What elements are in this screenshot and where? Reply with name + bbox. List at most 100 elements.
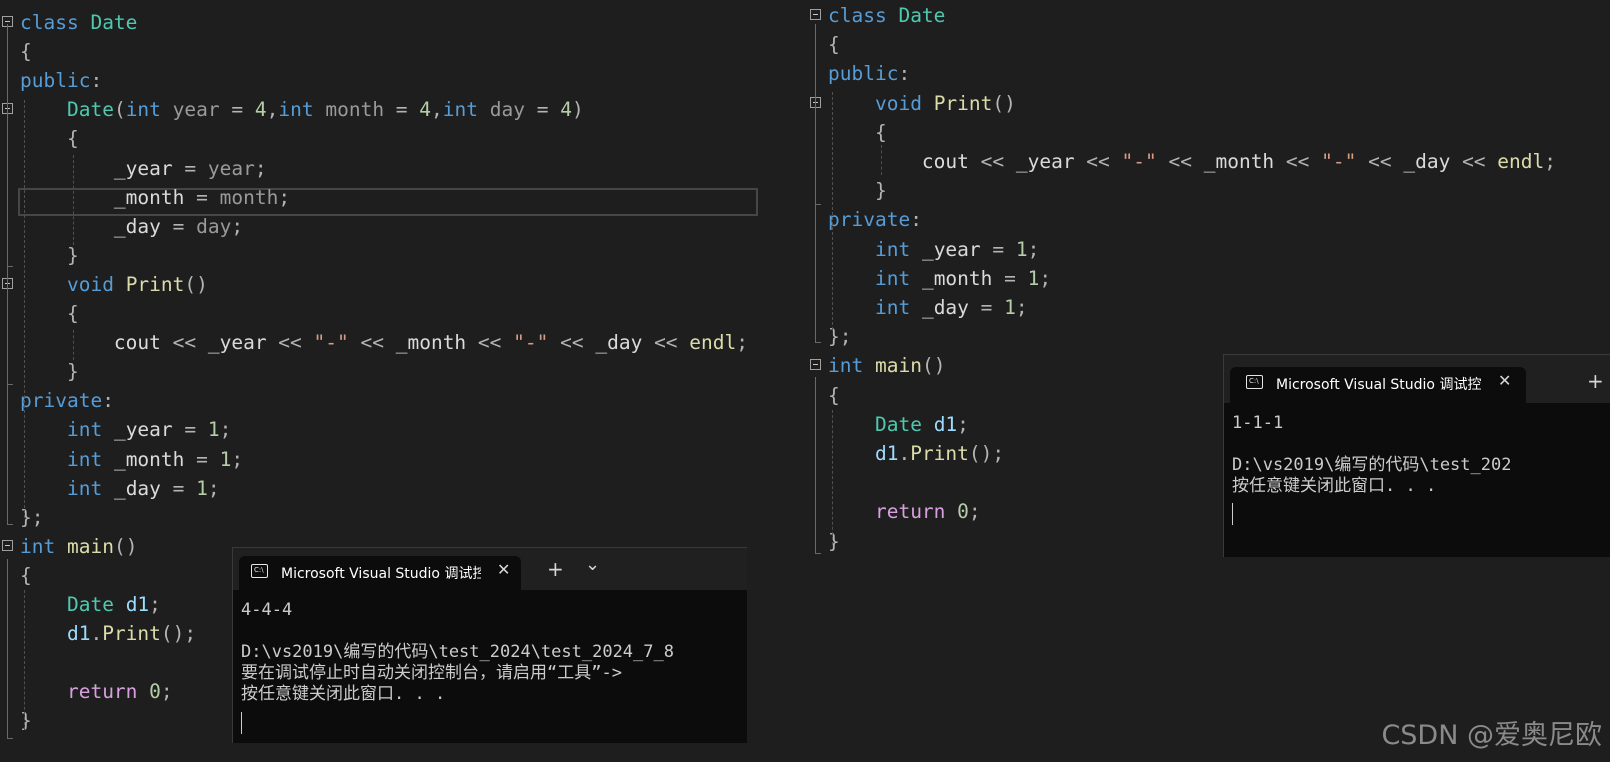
code-line[interactable]: } <box>0 241 778 271</box>
code-line[interactable]: { <box>0 124 778 154</box>
code-line[interactable]: class Date <box>0 8 778 38</box>
code-token: int <box>66 447 103 471</box>
console-tab-title: Microsoft Visual Studio 调试控 <box>281 566 481 582</box>
code-token: int <box>125 98 161 122</box>
code-token: Date <box>90 11 138 34</box>
code-token: Date <box>898 4 946 27</box>
code-token: = <box>525 98 561 122</box>
code-token: { <box>66 127 79 151</box>
code-line-text: class Date <box>20 8 137 38</box>
code-line[interactable]: int _day = 1; <box>808 293 1610 323</box>
code-token: Print <box>125 272 185 296</box>
code-token: << <box>1156 150 1204 173</box>
code-token: = <box>160 214 197 238</box>
code-token: 4 <box>254 98 267 122</box>
new-tab-button[interactable]: + <box>1587 369 1604 393</box>
code-token: _year <box>921 237 981 261</box>
console-window-right[interactable]: C:\ Microsoft Visual Studio 调试控 ✕ + 1-1-… <box>1223 354 1610 557</box>
code-token: endl <box>689 331 737 355</box>
code-token: main <box>874 354 922 378</box>
code-line-text: void Print() <box>20 270 208 300</box>
code-line[interactable]: int _month = 1; <box>0 445 778 475</box>
code-line[interactable]: _year = year; <box>0 154 778 184</box>
code-line[interactable]: { <box>0 299 778 329</box>
code-token: Date <box>874 412 922 436</box>
outline-guide <box>7 121 8 266</box>
code-line[interactable]: int _day = 1; <box>0 474 778 504</box>
code-line[interactable]: { <box>808 118 1610 148</box>
code-line[interactable]: }; <box>0 503 778 533</box>
console-output: 1-1-1 D:\vs2019\编写的代码\test_202 按任意键关闭此窗口.… <box>1232 413 1607 505</box>
code-line-text: Date(int year = 4,int month = 4,int day … <box>20 95 584 125</box>
code-line[interactable]: private: <box>808 205 1610 235</box>
code-line[interactable]: cout << _year << "-" << _month << "-" <<… <box>0 328 778 358</box>
code-line[interactable]: { <box>808 30 1610 60</box>
outline-guide-end <box>815 204 821 205</box>
collapse-icon[interactable] <box>810 9 821 20</box>
code-token: class <box>20 11 79 34</box>
code-token: << <box>348 331 396 355</box>
close-icon[interactable]: ✕ <box>497 560 510 579</box>
code-token: _month <box>113 185 185 209</box>
console-window-left[interactable]: C:\ Microsoft Visual Studio 调试控 ✕ + ⌄ 4-… <box>232 547 747 743</box>
code-line[interactable]: cout << _year << "-" << _month << "-" <<… <box>808 147 1610 177</box>
code-token: () <box>992 91 1016 115</box>
code-token: Date <box>66 593 114 616</box>
code-line[interactable]: void Print() <box>0 270 778 300</box>
code-line[interactable]: _month = month; <box>0 183 778 213</box>
code-line[interactable]: } <box>808 176 1610 206</box>
code-line[interactable]: void Print() <box>808 89 1610 119</box>
watermark: CSDN @爱奥尼欧 <box>1381 720 1602 751</box>
console-line: 按任意键关闭此窗口. . . <box>1232 476 1437 496</box>
code-token: class <box>828 4 887 27</box>
code-line[interactable]: int _year = 1; <box>808 235 1610 265</box>
code-token: ; <box>1039 266 1052 290</box>
code-line[interactable]: }; <box>808 322 1610 352</box>
code-token: } <box>20 505 32 529</box>
code-token: ; <box>1027 237 1040 261</box>
code-line[interactable]: int _year = 1; <box>0 415 778 445</box>
console-tab[interactable]: C:\ Microsoft Visual Studio 调试控 ✕ <box>1230 367 1526 403</box>
code-token: } <box>66 360 79 384</box>
code-line[interactable]: public: <box>808 59 1610 89</box>
code-line-text: } <box>20 241 79 271</box>
new-tab-button[interactable]: + <box>547 557 564 581</box>
collapse-icon[interactable] <box>810 359 821 371</box>
code-line[interactable]: _day = day; <box>0 212 778 242</box>
chevron-down-icon[interactable]: ⌄ <box>585 554 600 575</box>
code-line[interactable]: Date(int year = 4,int month = 4,int day … <box>0 95 778 125</box>
code-line[interactable]: } <box>0 357 778 387</box>
code-line[interactable]: { <box>0 37 778 67</box>
code-line-text: _year = year; <box>20 154 267 184</box>
code-line-text: { <box>20 124 79 154</box>
terminal-icon: C:\ <box>251 564 268 578</box>
code-token: "-" <box>1321 150 1357 173</box>
code-line[interactable]: int _month = 1; <box>808 264 1610 294</box>
console-tabbar: C:\ Microsoft Visual Studio 调试控 ✕ + ⌄ <box>233 548 747 590</box>
code-token: , <box>431 98 443 122</box>
code-line[interactable]: private: <box>0 386 778 416</box>
code-token: private <box>20 389 103 413</box>
code-token: . <box>90 622 103 646</box>
code-line[interactable]: public: <box>0 66 778 96</box>
close-icon[interactable]: ✕ <box>1498 371 1511 390</box>
code-token: int <box>874 266 911 290</box>
outline-guide-end <box>7 524 13 525</box>
code-token: ; <box>149 593 161 616</box>
collapse-icon[interactable] <box>2 539 13 551</box>
code-token: endl <box>1497 150 1545 173</box>
code-line-text: { <box>20 37 32 67</box>
code-line[interactable]: class Date <box>808 1 1610 31</box>
console-tab[interactable]: C:\ Microsoft Visual Studio 调试控 ✕ <box>239 556 521 590</box>
